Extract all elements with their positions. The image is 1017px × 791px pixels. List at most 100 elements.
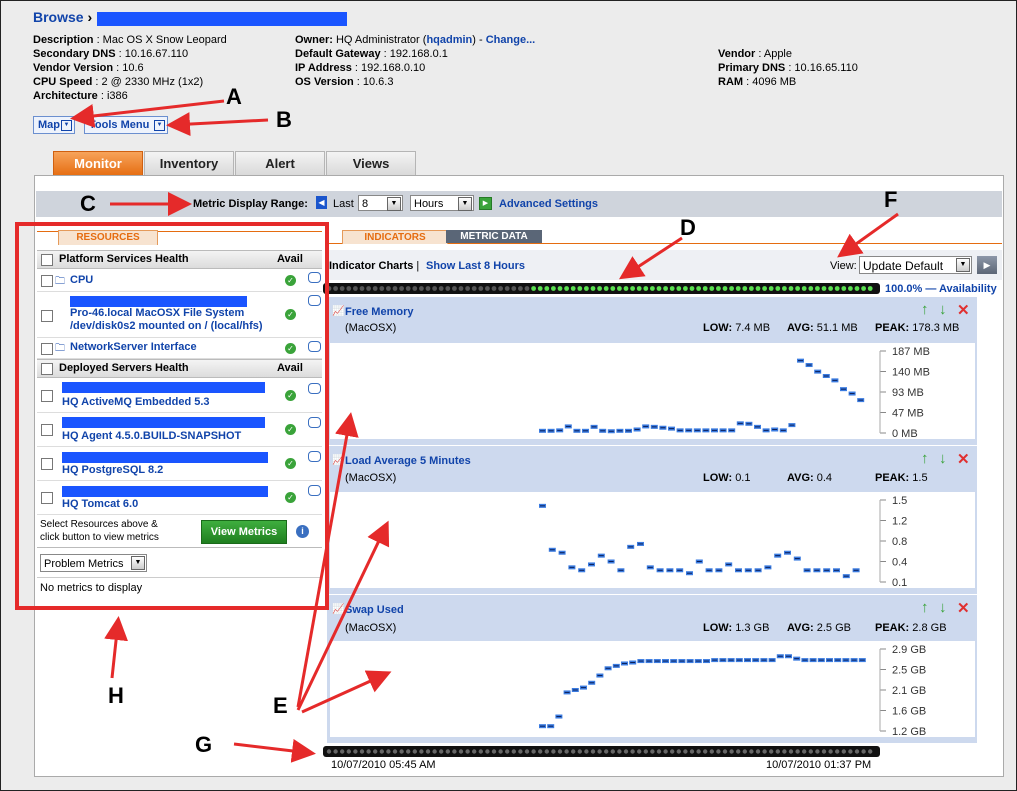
availability-dot [452, 286, 457, 291]
timeline-dot [755, 749, 761, 754]
owner-change-link[interactable]: Change... [486, 34, 536, 46]
info-row: Description : Mac OS X Snow Leopard [33, 34, 227, 46]
availability-dot [854, 286, 860, 291]
availability-dot [716, 286, 721, 291]
owner-label: Owner [295, 34, 330, 46]
close-icon[interactable]: ✕ [957, 599, 970, 617]
availability-dot [729, 286, 734, 291]
availability-dot [696, 286, 701, 291]
show-last-hours-link[interactable]: Show Last 8 Hours [426, 260, 525, 272]
availability-dot [478, 286, 484, 291]
move-up-icon[interactable]: ↑ [921, 301, 929, 318]
timeline-dot [623, 749, 629, 754]
timeline-dot [531, 749, 536, 754]
availability-dot [617, 286, 622, 291]
info-row: CPU Speed : 2 @ 2330 MHz (1x2) [33, 76, 204, 88]
callout-g: G [195, 732, 213, 757]
range-back-icon[interactable]: ◀ [316, 196, 327, 209]
range-go-icon[interactable]: ▶ [479, 197, 492, 210]
tools-menu-label: Tools Menu [89, 119, 150, 131]
availability-dot [834, 286, 840, 291]
availability-dot [405, 286, 411, 291]
timeline-dot [815, 749, 820, 754]
view-go-button[interactable]: ▶ [977, 256, 997, 274]
timeline-dot [610, 749, 615, 754]
tab-indicators[interactable]: INDICATORS [342, 230, 448, 244]
tick-label: 0.8 [892, 536, 907, 548]
timeline-dot [379, 749, 384, 754]
chart-panel-swap-used: 📈 Swap Used (MacOSX) LOW: 1.3 GB AVG: 2.… [327, 595, 977, 743]
breadcrumb: Browse › [33, 9, 92, 25]
availability-dot [669, 286, 675, 291]
timeline-dot [722, 749, 728, 754]
availability-dot [597, 286, 602, 291]
availability-dot [782, 286, 787, 291]
breadcrumb-separator: › [87, 9, 93, 25]
timeline-dot [617, 749, 622, 754]
tab-alert[interactable]: Alert [235, 151, 325, 176]
timeline-dot [590, 749, 596, 754]
timeline-dot [762, 749, 767, 754]
range-count-select[interactable]: 8 ▼ [358, 195, 403, 211]
tick-label: 1.2 [892, 516, 907, 528]
info-row: Secondary DNS : 10.16.67.110 [33, 48, 189, 60]
timeline-dot [782, 749, 787, 754]
callout-e: E [273, 693, 288, 718]
info-row: Default Gateway : 192.168.0.1 [295, 48, 448, 60]
range-last-label: Last [333, 198, 354, 210]
availability-dot [537, 286, 543, 291]
availability-dot [392, 286, 398, 291]
availability-dot [775, 286, 781, 291]
owner-link[interactable]: hqadmin [426, 34, 472, 46]
breadcrumb-browse-link[interactable]: Browse [33, 9, 84, 25]
info-row: Architecture : i386 [33, 90, 128, 102]
timeline-dot [650, 749, 655, 754]
chart-low: LOW: 1.3 GB [703, 622, 770, 634]
timeline-dot [848, 749, 853, 754]
timeline-dot [452, 749, 457, 754]
chart-title[interactable]: Free Memory [345, 306, 413, 318]
timeline-strip [323, 746, 880, 757]
availability-dot [801, 286, 807, 291]
tools-menu-button[interactable]: Tools Menu ▼ [84, 116, 168, 134]
move-up-icon[interactable]: ↑ [921, 450, 929, 467]
availability-dot [346, 286, 352, 291]
move-down-icon[interactable]: ↓ [939, 301, 947, 318]
move-down-icon[interactable]: ↓ [939, 599, 947, 616]
close-icon[interactable]: ✕ [957, 450, 970, 468]
timeline-dot [386, 749, 391, 754]
tick-label: 93 MB [892, 387, 924, 399]
timeline-dot [491, 749, 497, 754]
move-up-icon[interactable]: ↑ [921, 599, 929, 616]
timeline-dot [709, 749, 714, 754]
availability-dot [498, 286, 503, 291]
map-menu-button[interactable]: Map ▼ [33, 116, 75, 134]
availability-dot [504, 286, 510, 291]
availability-dot [610, 286, 616, 291]
availability-dot [491, 286, 497, 291]
move-down-icon[interactable]: ↓ [939, 450, 947, 467]
timeline-dot [656, 749, 662, 754]
tab-metric-data[interactable]: METRIC DATA [446, 230, 542, 243]
availability-dot [683, 286, 688, 291]
timeline-dot [663, 749, 668, 754]
chart-avg: AVG: 2.5 GB [787, 622, 851, 634]
timeline-dot [597, 749, 602, 754]
timeline-dot [498, 749, 503, 754]
tab-monitor[interactable]: Monitor [53, 151, 143, 176]
availability-dot [821, 286, 827, 291]
timeline-dot [392, 749, 398, 754]
view-select[interactable]: Update Default ▼ [859, 256, 972, 274]
chart-title[interactable]: Swap Used [345, 604, 404, 616]
availability-dot [755, 286, 761, 291]
range-unit-select[interactable]: Hours ▼ [410, 195, 474, 211]
timeline-dot [749, 749, 754, 754]
tab-views[interactable]: Views [326, 151, 416, 176]
advanced-settings-link[interactable]: Advanced Settings [499, 198, 598, 210]
chart-title[interactable]: Load Average 5 Minutes [345, 455, 471, 467]
availability-dot [630, 286, 635, 291]
tab-inventory[interactable]: Inventory [144, 151, 234, 176]
availability-dot [722, 286, 728, 291]
timeline-dot [696, 749, 701, 754]
close-icon[interactable]: ✕ [957, 301, 970, 319]
